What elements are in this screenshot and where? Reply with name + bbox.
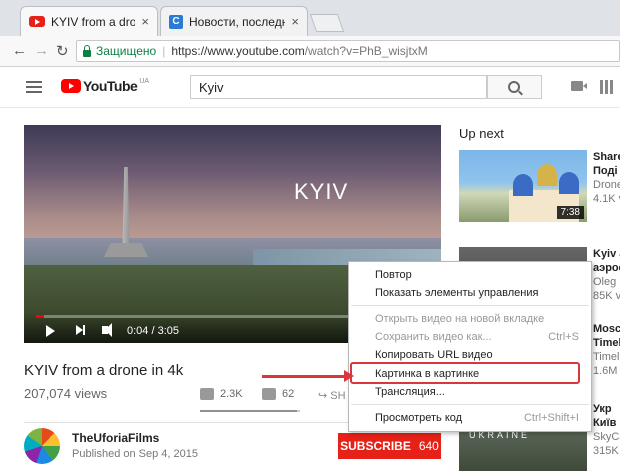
menu-item-cast[interactable]: Трансляция... xyxy=(349,383,591,401)
highlight-box xyxy=(350,362,580,384)
search-input[interactable]: Kyiv xyxy=(190,75,487,99)
video-duration: 7:38 xyxy=(556,206,584,219)
annotation-arrow-icon xyxy=(262,370,354,382)
suggested-title: Київ xyxy=(593,417,617,429)
tab-title: Новости, последние нов xyxy=(189,14,286,29)
url-path: /watch?v=PhB_wisjtxM xyxy=(304,44,428,58)
play-icon[interactable] xyxy=(46,325,55,337)
volume-icon[interactable] xyxy=(102,323,112,337)
menu-item-open-video-new-tab[interactable]: Открыть видео на новой вкладке xyxy=(349,310,591,328)
suggested-channel: Oleg P xyxy=(593,276,620,288)
browser-tab-bar: KYIV from a drone in 4k - × C Новости, п… xyxy=(0,0,620,36)
menu-item-loop[interactable]: Повтор xyxy=(349,266,591,284)
channel-name[interactable]: TheUforiaFilms xyxy=(72,431,159,445)
suggested-channel: Drone xyxy=(593,179,620,191)
logo-region: UA xyxy=(139,78,150,85)
close-tab-icon[interactable]: × xyxy=(141,14,149,29)
time-display: 0:04 / 3:05 xyxy=(127,325,179,337)
url-host: https://www.youtube.com xyxy=(171,44,305,58)
menu-shortcut: Ctrl+Shift+I xyxy=(523,412,579,424)
thumbs-down-icon xyxy=(262,388,276,400)
like-ratio-bar xyxy=(200,410,300,412)
menu-hamburger-icon[interactable] xyxy=(26,81,42,93)
lock-icon xyxy=(83,44,91,57)
progress-fill xyxy=(36,315,44,318)
youtube-play-icon xyxy=(61,79,81,93)
url-field[interactable]: Защищено | https://www.youtube.com/watch… xyxy=(76,40,620,62)
suggested-channel: SkyCa xyxy=(593,431,620,443)
forward-arrow-icon[interactable]: → xyxy=(34,42,49,59)
tab-title: KYIV from a drone in 4k - xyxy=(51,14,136,29)
close-tab-icon[interactable]: × xyxy=(291,14,299,29)
apps-grid-icon[interactable] xyxy=(600,80,614,94)
suggested-title: Mosc xyxy=(593,323,620,335)
like-button[interactable]: 2.3K xyxy=(200,388,243,400)
new-tab-button[interactable] xyxy=(309,14,345,32)
video-overlay-title: KYIV xyxy=(294,179,349,204)
menu-item-show-controls[interactable]: Показать элементы управления xyxy=(349,284,591,302)
like-count: 2.3K xyxy=(220,388,243,400)
address-separator: | xyxy=(162,44,166,58)
suggested-video-thumbnail[interactable]: 7:38 xyxy=(459,150,587,222)
subscribe-button[interactable]: SUBSCRIBE 640 xyxy=(338,433,441,459)
suggested-views: 4.1K v xyxy=(593,193,620,205)
menu-item-save-video-as[interactable]: Сохранить видео как... Ctrl+S xyxy=(349,328,591,346)
search-button[interactable] xyxy=(487,75,542,99)
menu-shortcut: Ctrl+S xyxy=(548,331,579,343)
tab-kyiv-video[interactable]: KYIV from a drone in 4k - × xyxy=(20,6,158,36)
logo-text: YouTube xyxy=(83,78,138,94)
reload-icon[interactable]: ↻ xyxy=(56,42,69,60)
channel-avatar[interactable] xyxy=(24,428,60,464)
suggested-title: аэрос xyxy=(593,262,620,274)
suggested-title: Kyiv a xyxy=(593,248,620,260)
tab-news[interactable]: C Новости, последние нов × xyxy=(160,6,308,36)
share-button[interactable]: ↪ SH xyxy=(318,389,346,402)
address-bar-row: ← → ↻ Защищено | https://www.youtube.com… xyxy=(0,36,620,67)
youtube-header: YouTube UA Kyiv xyxy=(0,67,620,108)
url-text: https://www.youtube.com/watch?v=PhB_wisj… xyxy=(171,44,427,58)
suggested-video-info[interactable]: Kyiv a аэрос Oleg P 85K vi xyxy=(593,247,620,303)
youtube-logo[interactable]: YouTube UA xyxy=(61,78,149,94)
suggested-title: Share xyxy=(593,151,620,163)
suggested-channel: Timela xyxy=(593,351,620,363)
view-count: 207,074 views xyxy=(24,386,108,401)
dislike-button[interactable]: 62 xyxy=(262,388,294,400)
suggested-video-info[interactable]: Share Поді Drone 4.1K v xyxy=(593,150,620,206)
menu-item-inspect[interactable]: Просмотреть код Ctrl+Shift+I xyxy=(349,409,591,427)
menu-separator xyxy=(351,305,589,306)
subscribe-label: SUBSCRIBE xyxy=(340,439,411,453)
subscriber-count: 640 xyxy=(418,439,439,453)
suggested-views: 315K v xyxy=(593,445,620,457)
secure-label: Защищено xyxy=(96,44,157,58)
share-label: SH xyxy=(330,390,346,402)
up-next-heading: Up next xyxy=(459,126,504,141)
menu-separator xyxy=(351,404,589,405)
news-favicon-icon: C xyxy=(169,14,183,29)
dislike-count: 62 xyxy=(282,388,295,400)
suggested-title: Укр xyxy=(593,403,612,415)
thumbs-up-icon xyxy=(200,388,214,400)
youtube-favicon-icon xyxy=(29,16,45,27)
search-icon xyxy=(508,81,520,93)
suggested-views: 1.6M xyxy=(593,365,618,377)
suggested-title: Поді xyxy=(593,165,618,177)
video-context-menu: Повтор Показать элементы управления Откр… xyxy=(348,261,592,432)
suggested-title: Timel xyxy=(593,337,620,349)
video-title: KYIV from a drone in 4k xyxy=(24,362,184,379)
back-arrow-icon[interactable]: ← xyxy=(12,42,27,59)
upload-video-icon[interactable] xyxy=(571,81,587,91)
next-icon[interactable] xyxy=(76,325,85,335)
suggested-video-info[interactable]: Mosc Timel Timela 1.6M xyxy=(593,322,620,378)
published-date: Published on Sep 4, 2015 xyxy=(72,448,198,460)
suggested-video-info[interactable]: Укр Київ SkyCa 315K v xyxy=(593,402,620,458)
suggested-views: 85K vi xyxy=(593,290,620,302)
